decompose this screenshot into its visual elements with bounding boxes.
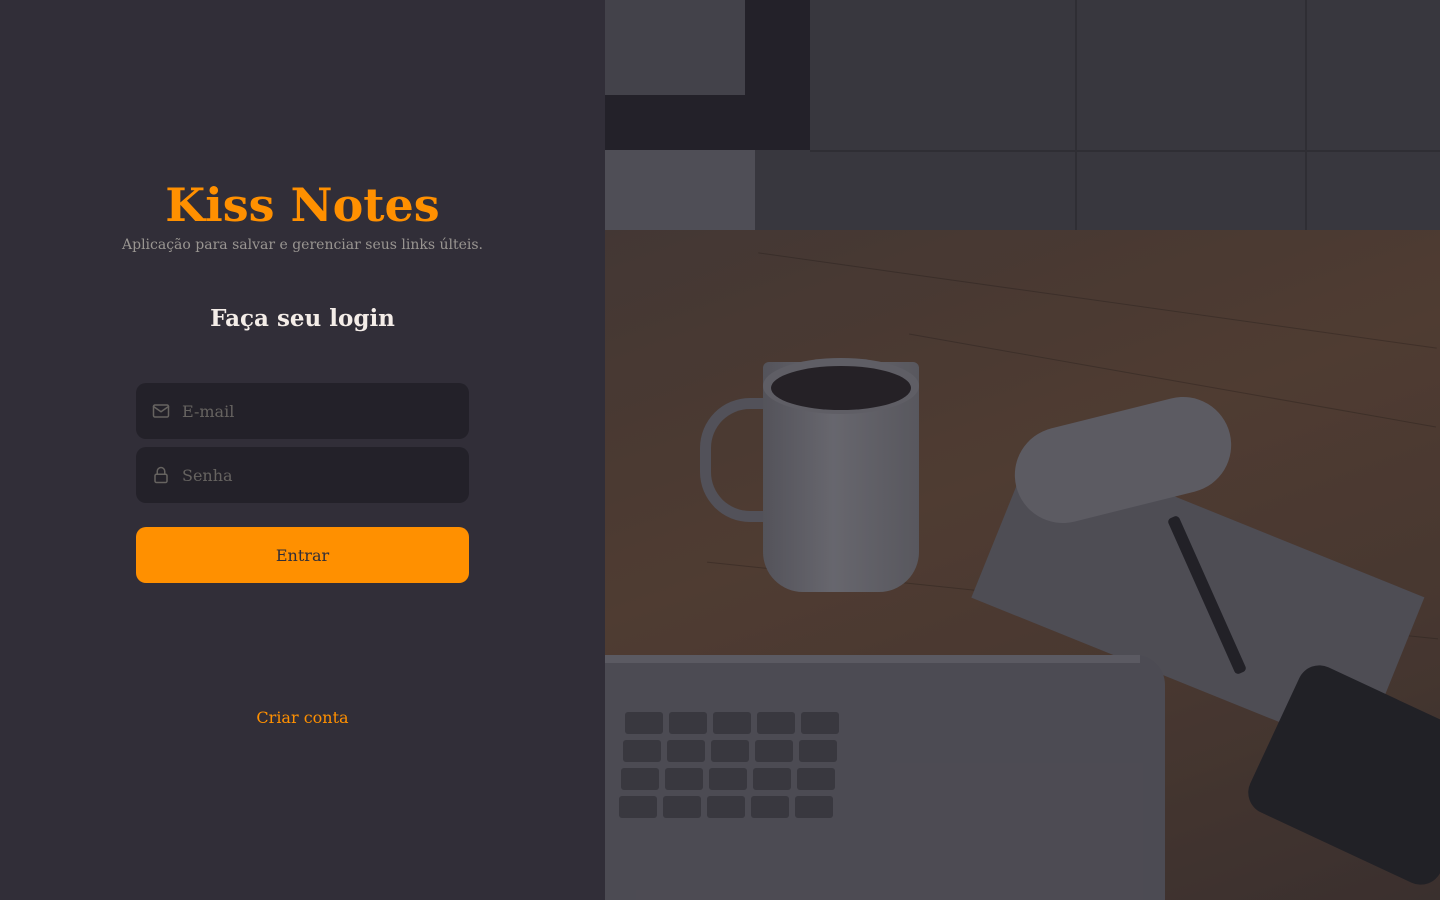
login-heading: Faça seu login [210,305,395,332]
sign-in-page: Kiss Notes Aplicação para salvar e geren… [0,0,1440,900]
login-button[interactable]: Entrar [136,527,469,583]
password-input[interactable] [182,465,442,485]
create-account-container: Criar conta [0,708,605,727]
background-image [605,0,1440,900]
mail-icon [152,402,170,420]
dark-overlay [605,0,1440,900]
brand-title: Kiss Notes [165,178,440,232]
password-field[interactable] [136,447,469,503]
brand-subtitle: Aplicação para salvar e gerenciar seus l… [122,237,483,253]
email-field[interactable] [136,383,469,439]
lock-icon [152,466,170,484]
create-account-link[interactable]: Criar conta [256,708,348,727]
email-input[interactable] [182,401,442,421]
sign-in-panel: Kiss Notes Aplicação para salvar e geren… [0,0,605,900]
